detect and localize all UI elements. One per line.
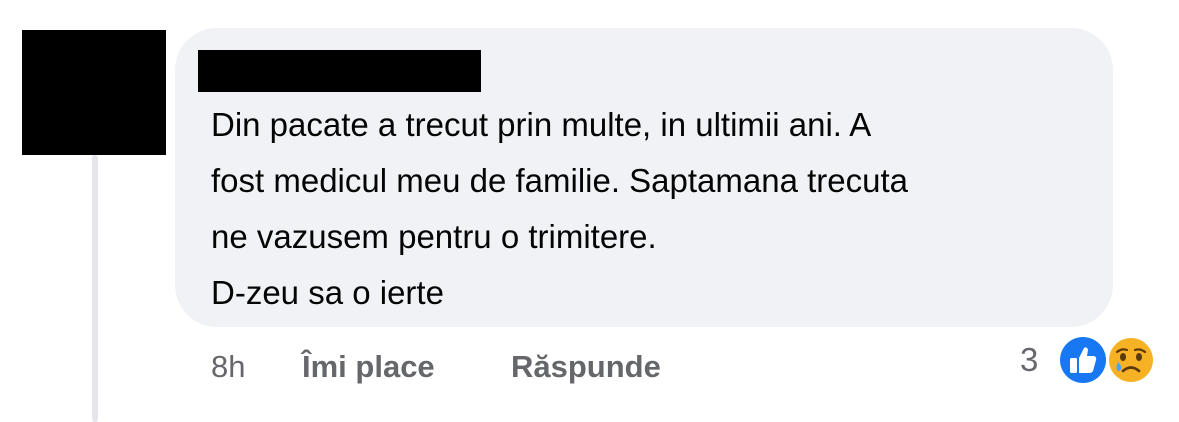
avatar[interactable] [22, 30, 166, 155]
like-button[interactable]: Îmi place [302, 345, 435, 389]
reply-button[interactable]: Răspunde [511, 345, 661, 389]
reaction-count[interactable]: 3 [1020, 338, 1038, 382]
sad-icon [1106, 335, 1156, 385]
comment-line: ne vazusem pentru o trimitere. [211, 218, 657, 255]
comment-line: Din pacate a trecut prin multe, in ultim… [211, 106, 872, 143]
reactions-summary[interactable] [1056, 333, 1160, 387]
timestamp[interactable]: 8h [211, 345, 245, 389]
comment-line: D-zeu sa o ierte [211, 274, 444, 311]
author-name-redacted[interactable] [198, 50, 481, 92]
comment-text: Din pacate a trecut prin multe, in ultim… [211, 97, 1091, 321]
like-icon [1057, 334, 1109, 386]
thread-line [92, 155, 98, 422]
comment-line: fost medicul meu de familie. Saptamana t… [211, 162, 909, 199]
